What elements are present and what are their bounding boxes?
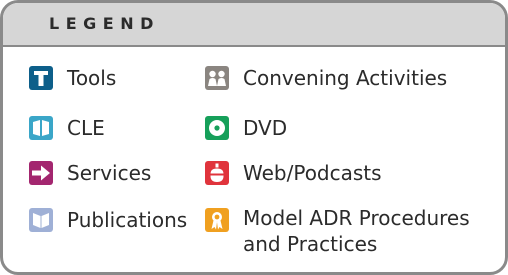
cle-icon xyxy=(29,116,53,140)
tools-icon xyxy=(29,66,53,90)
legend-title: LEGEND xyxy=(49,14,160,33)
legend-item-label: CLE xyxy=(67,116,105,140)
legend-item-label: Tools xyxy=(67,66,117,90)
legend-item-label: Convening Activities xyxy=(243,66,448,90)
services-icon xyxy=(29,161,53,185)
legend-panel: LEGEND Tools CLE Services Publications C… xyxy=(0,0,508,275)
publications-icon xyxy=(29,208,53,232)
legend-item-label: Publications xyxy=(67,208,188,232)
legend-item-label: Services xyxy=(67,161,152,185)
legend-item-label: DVD xyxy=(243,116,288,140)
model-adr-icon xyxy=(205,208,229,232)
legend-item-label: Model ADR Procedures and Practices xyxy=(243,206,470,256)
web-podcasts-icon xyxy=(205,161,229,185)
convening-activities-icon xyxy=(205,66,229,90)
legend-item-label: Web/Podcasts xyxy=(243,161,382,185)
legend-header: LEGEND xyxy=(3,3,505,47)
dvd-icon xyxy=(205,116,229,140)
